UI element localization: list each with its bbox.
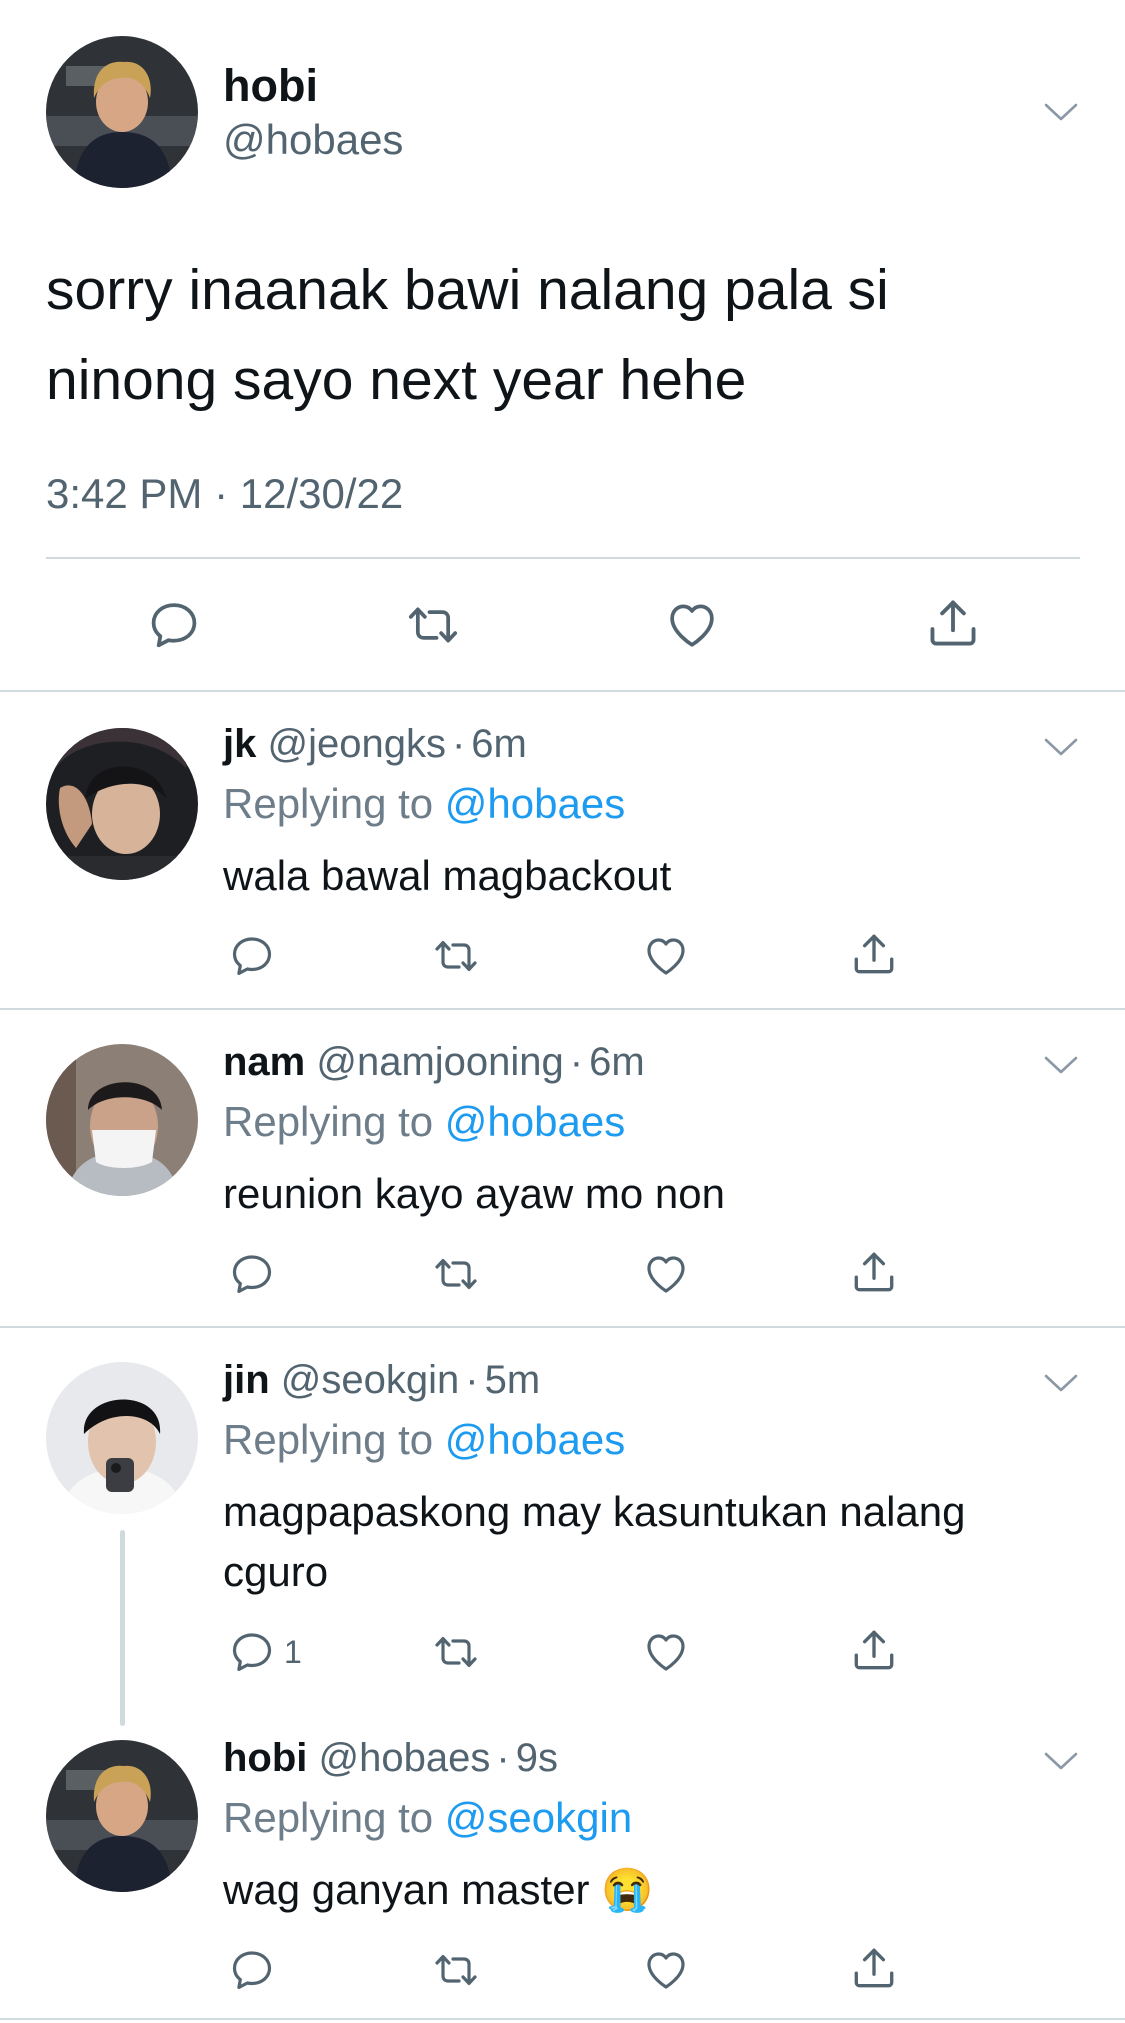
reply-icon[interactable] <box>146 597 202 653</box>
chevron-down-icon[interactable] <box>1044 1373 1078 1393</box>
heart-icon[interactable] <box>663 597 721 653</box>
avatar-image <box>46 1740 198 1892</box>
replying-to-mention[interactable]: @seokgin <box>445 1794 632 1841</box>
reply-text: reunion kayo ayaw mo non <box>223 1170 725 1217</box>
reply-icon[interactable] <box>228 1628 276 1676</box>
reply-icon[interactable] <box>228 932 276 980</box>
avatar-image <box>46 1044 198 1196</box>
heart-icon[interactable] <box>641 932 691 980</box>
reply-text: wala bawal magbackout <box>223 852 672 899</box>
heart-icon[interactable] <box>641 1946 691 1994</box>
retweet-icon[interactable] <box>403 597 463 653</box>
replying-to-mention[interactable]: @hobaes <box>445 1098 625 1145</box>
thread-line <box>120 1530 125 1726</box>
author-handle[interactable]: @seokgin <box>281 1358 459 1402</box>
reply-time[interactable]: 9s <box>516 1736 558 1780</box>
section-divider <box>0 1008 1125 1010</box>
replying-label: Replying to <box>223 1794 434 1841</box>
reply-time[interactable]: 6m <box>471 722 527 766</box>
tweet-text: sorry inaanak bawi nalang pala si ninong… <box>46 258 889 412</box>
replying-label: Replying to <box>223 1416 434 1463</box>
author-handle[interactable]: @hobaes <box>319 1736 491 1780</box>
separator: · <box>465 1358 479 1402</box>
replying-label: Replying to <box>223 780 434 827</box>
retweet-icon[interactable] <box>430 1628 482 1676</box>
replying-to-mention[interactable]: @hobaes <box>445 1416 625 1463</box>
separator: · <box>496 1736 510 1780</box>
reply-text: magpapaskong may kasuntukan nalang cguro <box>223 1488 966 1595</box>
retweet-icon[interactable] <box>430 932 482 980</box>
share-icon[interactable] <box>849 1625 899 1675</box>
reply-time[interactable]: 5m <box>485 1358 541 1402</box>
author-handle[interactable]: @jeongks <box>267 722 445 766</box>
reply-count: 1 <box>284 1633 302 1670</box>
retweet-icon[interactable] <box>430 1250 482 1298</box>
avatar[interactable] <box>46 36 198 188</box>
author-name[interactable]: hobi <box>223 1736 307 1780</box>
chevron-down-icon[interactable] <box>1044 1751 1078 1771</box>
share-icon[interactable] <box>924 594 982 652</box>
avatar[interactable] <box>46 728 198 880</box>
avatar[interactable] <box>46 1740 198 1892</box>
share-icon[interactable] <box>849 1943 899 1993</box>
tweet-timestamp[interactable]: 3:42 PM · 12/30/22 <box>46 470 403 518</box>
reply-action[interactable]: 1 <box>228 1628 302 1676</box>
avatar-image <box>46 1362 198 1514</box>
reply-time[interactable]: 6m <box>589 1040 645 1084</box>
author-name[interactable]: jk <box>223 722 256 766</box>
heart-icon[interactable] <box>641 1250 691 1298</box>
author-handle[interactable]: @hobaes <box>223 116 403 164</box>
author-name[interactable]: jin <box>223 1358 270 1402</box>
section-divider <box>0 2018 1125 2020</box>
reply-icon[interactable] <box>228 1946 276 1994</box>
replying-label: Replying to <box>223 1098 434 1145</box>
share-icon[interactable] <box>849 1247 899 1297</box>
author-name[interactable]: nam <box>223 1040 305 1084</box>
chevron-down-icon[interactable] <box>1044 102 1078 122</box>
separator: · <box>451 722 466 766</box>
replying-to-mention[interactable]: @hobaes <box>445 780 625 827</box>
heart-icon[interactable] <box>641 1628 691 1676</box>
tweet-divider <box>46 557 1080 559</box>
avatar-image <box>46 728 198 880</box>
reply-text: wag ganyan master 😭 <box>223 1866 654 1913</box>
reply-icon[interactable] <box>228 1250 276 1298</box>
chevron-down-icon[interactable] <box>1044 1055 1078 1075</box>
separator: · <box>569 1040 584 1084</box>
section-divider <box>0 1326 1125 1328</box>
avatar-image <box>46 36 198 188</box>
retweet-icon[interactable] <box>430 1946 482 1994</box>
avatar[interactable] <box>46 1044 198 1196</box>
section-divider <box>0 690 1125 692</box>
author-name[interactable]: hobi <box>223 60 318 112</box>
avatar[interactable] <box>46 1362 198 1514</box>
author-handle[interactable]: @namjooning <box>316 1040 563 1084</box>
chevron-down-icon[interactable] <box>1044 737 1078 757</box>
share-icon[interactable] <box>849 929 899 979</box>
